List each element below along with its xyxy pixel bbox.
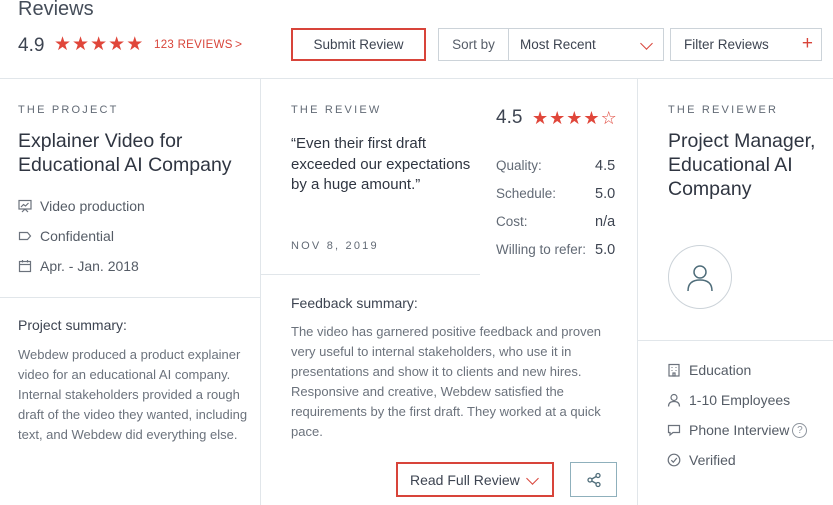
review-count-link[interactable]: 123 REVIEWS — [154, 39, 233, 51]
read-full-review-button[interactable]: Read Full Review — [396, 462, 554, 497]
reviewer-industry-text: Education — [689, 362, 752, 378]
star-outline-icon: ☆ — [600, 108, 617, 128]
sort-control: Sort by Most Recent — [438, 28, 664, 61]
page-title: Reviews — [18, 0, 94, 20]
feedback-summary-text: The video has garnered positive feedback… — [291, 324, 602, 439]
score-label-cost: Cost: — [496, 214, 528, 229]
score-label-quality: Quality: — [496, 158, 542, 173]
user-icon — [687, 265, 713, 292]
overall-rating: 4.9 — [18, 35, 45, 56]
score-value-quality: 4.5 — [595, 158, 616, 174]
project-eyebrow: THE PROJECT — [18, 104, 119, 116]
presentation-icon — [18, 199, 32, 213]
check-circle-icon — [667, 453, 681, 467]
project-category: Video production — [18, 198, 145, 214]
project-dates: Apr. - Jan. 2018 — [18, 258, 139, 274]
project-budget-text: Confidential — [40, 228, 114, 244]
score-value-cost: n/a — [595, 214, 616, 230]
plus-icon: + — [801, 33, 813, 54]
tag-icon — [18, 231, 32, 241]
chat-bubble-icon — [667, 424, 681, 437]
reviewer-verified-text: Verified — [689, 452, 736, 468]
reviewer-verified: Verified — [667, 452, 736, 468]
review-eyebrow: THE REVIEW — [291, 104, 382, 116]
review-date: NOV 8, 2019 — [291, 240, 379, 252]
column-divider — [260, 79, 261, 505]
chevron-down-icon — [526, 472, 539, 485]
reviewer-title: Project Manager, Educational AI Company — [668, 130, 816, 200]
score-label-willing-to-refer: Willing to refer: — [496, 242, 587, 257]
star-icon: ★ — [90, 34, 108, 55]
read-full-review-label: Read Full Review — [410, 471, 520, 488]
avatar — [668, 245, 732, 309]
submit-review-button[interactable]: Submit Review — [291, 28, 426, 61]
score-value-willing-to-refer: 5.0 — [595, 242, 616, 258]
feedback-summary-label: Feedback summary: — [291, 295, 418, 311]
score-value-schedule: 5.0 — [595, 186, 616, 202]
review-overall-stars: ★ ★ ★ ★ ☆ — [532, 109, 617, 127]
project-summary-label: Project summary: — [18, 317, 127, 333]
sort-select[interactable]: Most Recent — [509, 29, 663, 60]
help-icon[interactable]: ? — [792, 422, 808, 438]
person-icon — [667, 393, 681, 407]
project-summary-text: Webdew produced a product explainer vide… — [18, 347, 248, 442]
project-title: Explainer Video for Educational AI Compa… — [18, 130, 232, 176]
star-icon: ★ — [549, 108, 566, 128]
score-label-schedule: Schedule: — [496, 186, 557, 201]
star-icon: ★ — [583, 108, 600, 128]
filter-reviews-button[interactable]: Filter Reviews + — [670, 28, 822, 61]
star-icon: ★ — [566, 108, 583, 128]
reviewer-size: 1-10 Employees — [667, 392, 790, 408]
filter-reviews-label: Filter Reviews — [684, 37, 769, 52]
chevron-right-icon[interactable]: > — [235, 37, 242, 51]
reviews-header: Reviews 4.9 ★ ★ ★ ★ ★ 123 REVIEWS > Subm… — [0, 0, 833, 79]
review-overall-score: 4.5 — [496, 107, 523, 128]
project-category-text: Video production — [40, 198, 145, 214]
building-icon — [668, 363, 680, 377]
section-divider — [637, 340, 833, 341]
project-budget: Confidential — [18, 228, 114, 244]
reviewer-size-text: 1-10 Employees — [689, 392, 791, 408]
reviewer-industry: Education — [667, 362, 751, 378]
project-dates-text: Apr. - Jan. 2018 — [40, 258, 139, 274]
sort-selected-value: Most Recent — [520, 37, 596, 52]
review-quote: “Even their first draft exceeded our exp… — [291, 135, 471, 193]
reviewer-eyebrow: THE REVIEWER — [668, 104, 779, 116]
reviewer-interview: Phone Interview ? — [667, 422, 808, 438]
star-icon: ★ — [54, 34, 72, 55]
section-divider — [260, 274, 480, 275]
share-button[interactable] — [570, 462, 617, 497]
sort-label: Sort by — [439, 29, 509, 60]
star-icon: ★ — [532, 108, 549, 128]
star-icon: ★ — [108, 34, 126, 55]
calendar-icon — [18, 260, 32, 273]
chevron-down-icon — [640, 37, 653, 50]
share-icon — [586, 472, 601, 487]
star-icon: ★ — [72, 34, 90, 55]
section-divider — [0, 297, 260, 298]
column-divider — [637, 79, 638, 505]
reviewer-interview-text: Phone Interview — [689, 422, 790, 438]
overall-rating-stars: ★ ★ ★ ★ ★ — [54, 35, 143, 54]
star-icon: ★ — [126, 34, 144, 55]
